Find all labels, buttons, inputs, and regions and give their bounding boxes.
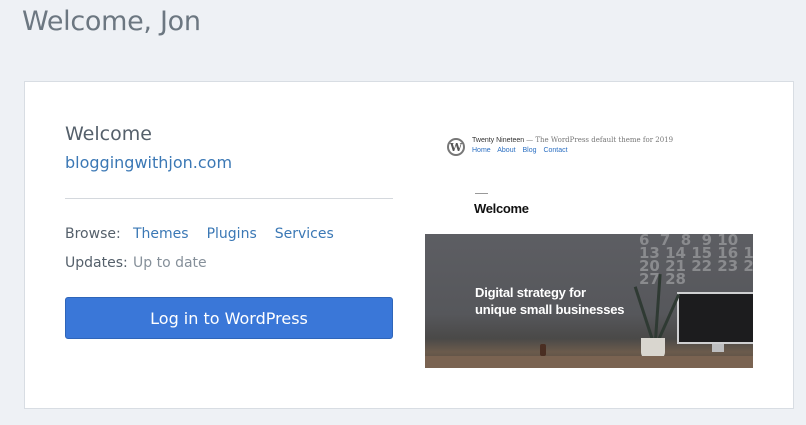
preview-plant-leaf [633, 286, 654, 341]
preview-monitor-stand [712, 344, 724, 352]
preview-bottle [540, 344, 546, 356]
updates-row: Updates: Up to date [65, 255, 207, 271]
plugins-link[interactable]: Plugins [207, 226, 257, 242]
preview-monitor [677, 292, 753, 344]
preview-hero-image: 6 7 8 9 10 13 14 15 16 17 20 21 22 23 24… [425, 234, 753, 368]
preview-heading-rule [475, 193, 488, 194]
preview-tagline: — The WordPress default theme for 2019 [526, 136, 674, 144]
preview-hero-line-2: unique small businesses [475, 302, 625, 317]
wordpress-logo-icon: W [447, 138, 465, 156]
page-title: Welcome, Jon [22, 6, 201, 37]
divider [65, 198, 393, 199]
login-wordpress-button[interactable]: Log in to WordPress [65, 297, 393, 339]
site-card: Welcome bloggingwithjon.com Browse: Them… [24, 81, 794, 409]
preview-nav-contact: Contact [543, 147, 568, 154]
preview-hero-text: Digital strategy for unique small busine… [475, 284, 624, 318]
updates-label: Updates: [65, 255, 128, 271]
preview-calendar: 6 7 8 9 10 13 14 15 16 17 20 21 22 23 24… [639, 234, 753, 288]
preview-nav-home: Home [472, 147, 491, 154]
site-welcome-label: Welcome [65, 123, 152, 145]
browse-row: Browse: Themes Plugins Services [65, 226, 352, 242]
browse-label: Browse: [65, 226, 121, 242]
site-url-link[interactable]: bloggingwithjon.com [65, 153, 232, 172]
preview-nav-about: About [497, 147, 516, 154]
services-link[interactable]: Services [275, 226, 334, 242]
preview-site-name: Twenty Nineteen [472, 137, 525, 144]
preview-site-line: Twenty Nineteen — The WordPress default … [472, 136, 673, 144]
preview-nav: Home About Blog Contact [472, 147, 673, 154]
preview-heading: Welcome [474, 201, 529, 216]
preview-desk [425, 356, 753, 368]
site-preview-thumbnail[interactable]: W Twenty Nineteen — The WordPress defaul… [425, 122, 753, 368]
preview-hero-line-1: Digital strategy for [475, 285, 586, 300]
preview-nav-blog: Blog [522, 147, 537, 154]
preview-header: W Twenty Nineteen — The WordPress defaul… [447, 136, 673, 156]
themes-link[interactable]: Themes [133, 226, 189, 242]
updates-status: Up to date [133, 255, 207, 271]
